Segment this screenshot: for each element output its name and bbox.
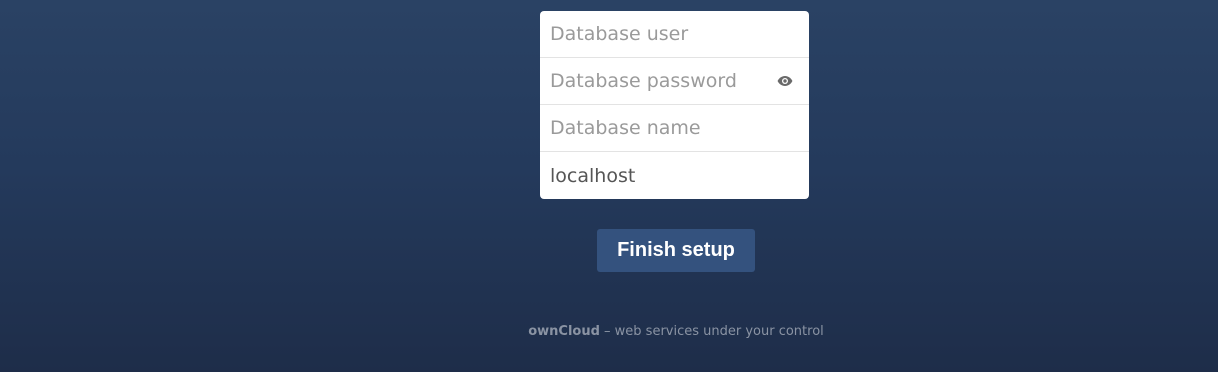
- finish-setup-button[interactable]: Finish setup: [597, 229, 755, 272]
- db-host-row: [540, 152, 809, 199]
- db-name-input[interactable]: [540, 105, 809, 151]
- db-user-row: [540, 11, 809, 58]
- footer-tagline: – web services under your control: [599, 324, 824, 339]
- eye-icon[interactable]: [777, 75, 793, 87]
- db-password-row: [540, 58, 809, 105]
- db-name-row: [540, 105, 809, 152]
- db-host-input[interactable]: [540, 152, 809, 199]
- database-form: [540, 11, 809, 199]
- footer: ownCloud – web services under your contr…: [0, 324, 1218, 339]
- db-user-input[interactable]: [540, 11, 809, 57]
- db-password-input[interactable]: [540, 58, 809, 104]
- footer-brand[interactable]: ownCloud: [528, 324, 600, 339]
